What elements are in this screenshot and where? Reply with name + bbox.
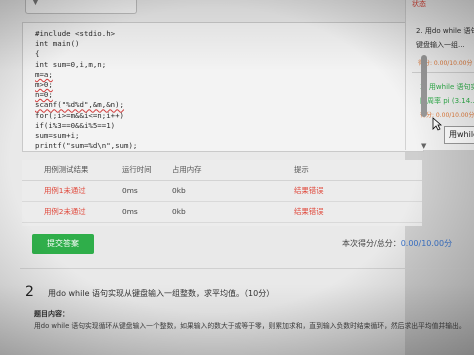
question-content-body: 用do while 语句实现循环从键盘输入一个整数，如果输入的数大于或等于零，则… — [34, 322, 466, 330]
submit-answer-button[interactable]: 提交答案 — [32, 234, 94, 254]
case-status: 用例2未通过 — [44, 207, 86, 216]
code-line: sum=sum+i; — [35, 131, 80, 141]
run-time: 0ms — [122, 186, 138, 195]
scrollbar-thumb[interactable] — [421, 55, 427, 117]
language-select[interactable]: ▼ — [25, 0, 137, 14]
code-line: int main() — [35, 39, 80, 49]
case-status: 用例1未通过 — [44, 186, 86, 195]
question-title: 用do while 语句实现从键盘输入一组整数，求平均值。（10分） — [48, 289, 275, 298]
scroll-down-icon[interactable]: ▼ — [421, 142, 426, 150]
memory-usage: 0kb — [172, 186, 186, 195]
code-line: #include <stdio.h> — [35, 29, 116, 38]
score-label: 本次得分/总分： — [342, 239, 401, 248]
header-hint: 提示 — [294, 165, 309, 174]
code-line: if(i%3==0&&i%5==1) — [35, 120, 116, 130]
table-row: 用例1未通过 0ms 0kb 结果错误 — [22, 181, 422, 202]
header-memory: 占用内存 — [172, 165, 202, 174]
code-line: scanf("%d%d",&m,&n); — [35, 100, 124, 110]
question-number: 2 — [25, 284, 34, 300]
header-case: 用例测试结果 — [44, 165, 89, 174]
test-results-table: 用例测试结果 运行时间 占用内存 提示 用例1未通过 0ms 0kb 结果错误 … — [22, 160, 422, 226]
section-divider — [20, 268, 474, 269]
table-header: 用例测试结果 运行时间 占用内存 提示 — [22, 160, 422, 181]
code-line: m>0; — [35, 80, 53, 90]
code-line: printf("sum=%d\n",sum); — [35, 141, 138, 151]
code-line: for(;i>=m&&i<=n;i++) — [35, 110, 124, 120]
main-panel: ▼ #include <stdio.h> int main(){int sum=0… — [0, 0, 474, 355]
hint-text: 结果错误 — [294, 207, 324, 216]
table-row: 用例2未通过 0ms 0kb 结果错误 — [22, 202, 422, 223]
sidebar-item-q2[interactable]: 2. 用do while 语句实 — [416, 26, 474, 36]
code-editor[interactable]: #include <stdio.h> int main(){int sum=0,i… — [22, 22, 424, 152]
code-line: { — [35, 49, 40, 59]
score-value: 0.00/10.00分 — [400, 239, 453, 248]
memory-usage: 0kb — [172, 207, 186, 216]
code-line: n=0; — [35, 90, 53, 100]
hint-text: 结果错误 — [294, 186, 324, 195]
code-line: int sum=0,i,m,n; — [35, 59, 107, 69]
question-content-heading: 题目内容： — [34, 310, 69, 318]
tooltip: 用while — [444, 126, 474, 144]
cursor-icon — [432, 117, 442, 131]
code-area[interactable]: #include <stdio.h> int main(){int sum=0,i… — [35, 29, 137, 151]
sidebar-top-label: 状态 — [412, 0, 426, 8]
score-line: 本次得分/总分：0.00/10.00分 — [342, 238, 452, 249]
chevron-down-icon: ▼ — [32, 0, 39, 7]
sidebar-item-q3-score: 得分: 0.00/10.00分 — [420, 112, 474, 119]
code-line: m=a; — [35, 69, 53, 79]
header-time: 运行时间 — [122, 165, 152, 174]
sidebar-item-q3-subtitle: 圆周率 pi (3.14... — [420, 97, 474, 105]
sidebar-item-q3[interactable]: 3. 用while 语句实 — [420, 82, 474, 92]
sidebar-item-q2-subtitle: 键盘输入一组... — [416, 41, 465, 49]
run-time: 0ms — [122, 207, 138, 216]
